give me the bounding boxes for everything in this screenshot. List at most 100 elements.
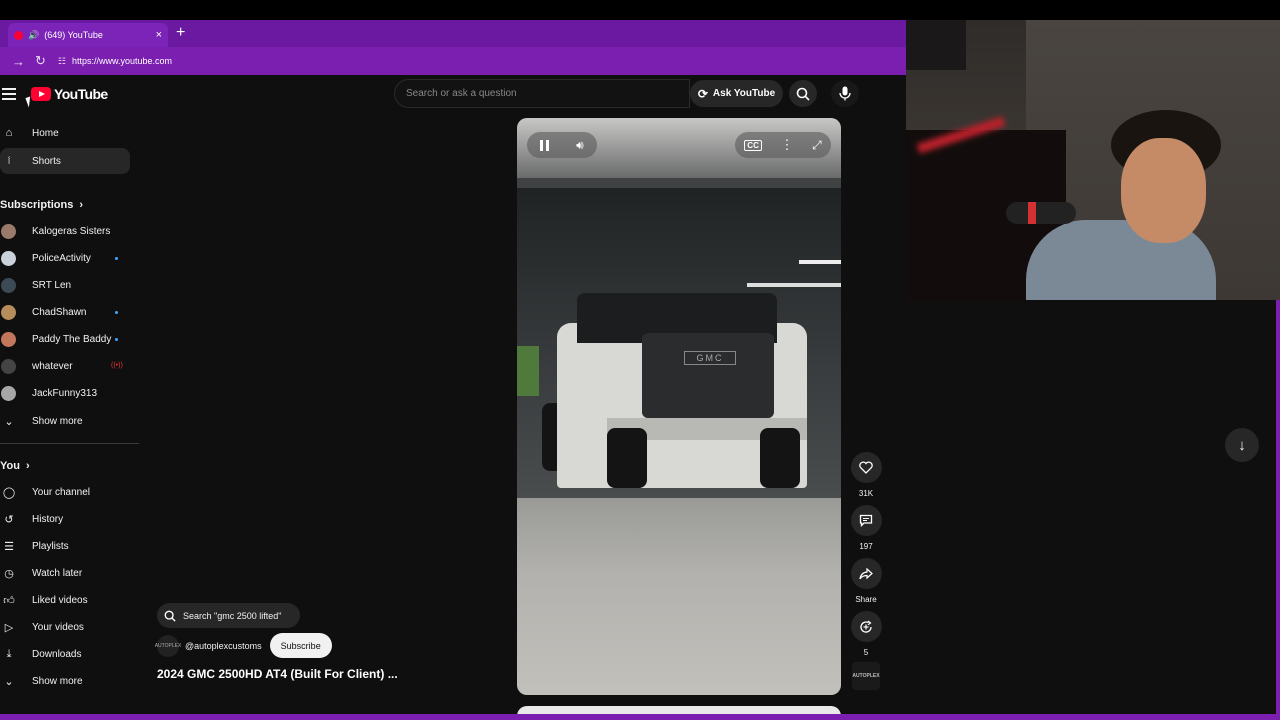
search-placeholder: Search or ask a question — [406, 88, 517, 99]
youtube-favicon-icon — [14, 30, 23, 40]
captions-icon[interactable]: CC — [744, 139, 762, 151]
subscribe-button[interactable]: Subscribe — [269, 633, 332, 658]
video-truck-grille — [642, 333, 774, 418]
sidebar-item-history[interactable]: ↺ History — [0, 506, 130, 532]
voice-search-button[interactable] — [831, 80, 859, 107]
reload-icon[interactable]: ↻ — [35, 53, 46, 69]
video-floor — [517, 498, 841, 695]
avatar — [1, 277, 16, 293]
channel-avatar[interactable]: AUTOPLEX — [155, 634, 181, 657]
search-button[interactable] — [789, 80, 817, 107]
sidebar-item-label: Show more — [32, 415, 83, 427]
sidebar-item-liked-videos[interactable]: 👍︎ Liked videos — [0, 587, 130, 613]
sound-thumbnail[interactable]: AUTOPLEX — [852, 662, 880, 690]
close-tab-icon[interactable]: × — [156, 29, 162, 41]
sidebar-item-label: JackFunny313 — [32, 387, 98, 399]
chevron-right-icon: › — [25, 460, 30, 472]
site-info-icon[interactable]: ☷ — [58, 56, 66, 67]
sidebar-item-subscription[interactable]: Paddy The Baddy — [0, 326, 130, 352]
address-row: → ↻ ☷ https://www.youtube.com — [0, 47, 906, 75]
sidebar-item-label: Show more — [32, 675, 83, 687]
avatar — [1, 304, 16, 320]
browser-tab[interactable]: 🔊 (649) YouTube × — [8, 23, 168, 47]
sidebar-item-subscription[interactable]: JackFunny313 — [0, 380, 130, 406]
comments-button[interactable] — [850, 505, 882, 536]
search-input[interactable]: Search or ask a question — [394, 79, 690, 108]
remix-count: 5 — [863, 648, 869, 657]
video-trees — [517, 346, 539, 396]
sidebar-item-subscription[interactable]: Kalogeras Sisters — [0, 218, 130, 244]
stream-border-bottom — [0, 714, 1280, 720]
microphone-icon — [839, 86, 851, 101]
sidebar-item-your-videos[interactable]: ▷ Your videos — [0, 614, 130, 640]
your-videos-icon: ▷ — [4, 621, 14, 634]
sidebar-item-subscription[interactable]: whatever ((•)) — [0, 353, 130, 379]
sidebar-item-label: Your channel — [32, 486, 91, 498]
sidebar-item-subscription[interactable]: PoliceActivity — [0, 245, 130, 271]
channel-row: AUTOPLEX @autoplexcustoms Subscribe — [155, 633, 332, 658]
share-button[interactable] — [850, 558, 882, 589]
share-label: Share — [855, 595, 877, 604]
screen: 🔊 (649) YouTube × + → ↻ ☷ https://www.yo… — [0, 0, 1280, 720]
video-title[interactable]: 2024 GMC 2500HD AT4 (Built For Client) .… — [157, 667, 398, 681]
sidebar-item-label: Shorts — [32, 155, 61, 167]
more-options-icon[interactable]: ⋮ — [780, 137, 793, 153]
url-text: https://www.youtube.com — [71, 56, 173, 66]
shorts-video-player[interactable]: GMC 🔊︎ CC ⋮ ⤢ — [517, 118, 841, 695]
volume-icon[interactable]: 🔊︎ — [576, 138, 584, 153]
sidebar-item-home[interactable]: ⌂ Home — [0, 120, 130, 146]
heart-icon — [859, 461, 873, 474]
forward-icon[interactable]: → — [12, 54, 25, 69]
address-bar[interactable]: ☷ https://www.youtube.com — [58, 56, 172, 67]
channel-name[interactable]: @autoplexcustoms — [185, 641, 262, 651]
youtube-play-icon — [31, 87, 51, 101]
fullscreen-icon[interactable]: ⤢ — [812, 138, 822, 153]
sidebar-item-your-channel[interactable]: ◯ Your channel — [0, 479, 130, 505]
remix-action: 5 — [850, 611, 882, 657]
sidebar-show-more[interactable]: ⌄ Show more — [0, 668, 130, 694]
sidebar-item-label: Downloads — [32, 648, 82, 660]
arrow-down-icon: ↓ — [1238, 436, 1246, 454]
sound-action: AUTOPLEX — [850, 662, 882, 690]
sidebar-item-shorts[interactable]: ⧙ Shorts — [0, 148, 130, 174]
search-icon — [796, 87, 810, 101]
video-light — [747, 283, 841, 287]
chevron-down-icon: ⌄ — [4, 675, 14, 688]
subscriptions-heading[interactable]: Subscriptions › — [0, 199, 83, 211]
sidebar-item-playlists[interactable]: ☰ Playlists — [0, 533, 130, 559]
liked-videos-icon: 👍︎ — [3, 594, 15, 607]
ask-youtube-button[interactable]: ⟳ Ask YouTube — [690, 80, 783, 107]
speaker-icon[interactable]: 🔊 — [28, 30, 39, 41]
sidebar-item-label: whatever — [32, 360, 73, 372]
home-icon: ⌂ — [5, 127, 13, 139]
sidebar-item-label: Your videos — [32, 621, 84, 633]
watch-later-icon: ◷ — [4, 567, 14, 580]
comment-action: 197 — [850, 505, 882, 551]
you-heading[interactable]: You › — [0, 460, 30, 472]
related-search-chip[interactable]: Search "gmc 2500 lifted" — [157, 603, 300, 628]
ask-youtube-label: Ask YouTube — [712, 88, 776, 99]
menu-icon[interactable] — [2, 88, 16, 100]
sidebar-item-label: Paddy The Baddy — [32, 333, 112, 345]
remix-icon — [860, 620, 872, 633]
downloads-icon: ⤓ — [6, 647, 12, 660]
live-icon: ((•)) — [111, 362, 123, 369]
youtube-logo[interactable]: YouTube — [31, 86, 108, 102]
new-tab-button[interactable]: + — [176, 24, 185, 42]
next-short-button[interactable]: ↓ — [1225, 428, 1259, 462]
youtube-logo-text: YouTube — [54, 86, 108, 102]
sidebar-show-more[interactable]: ⌄ Show more — [0, 408, 130, 434]
sidebar-item-subscription[interactable]: ChadShawn — [0, 299, 130, 325]
pause-icon[interactable] — [540, 139, 550, 151]
new-content-dot — [115, 311, 118, 314]
you-title: You — [0, 460, 20, 472]
sidebar-item-watch-later[interactable]: ◷ Watch later — [0, 560, 130, 586]
sidebar-item-label: Home — [32, 127, 59, 139]
webcam-microphone — [1006, 202, 1076, 224]
remix-button[interactable] — [850, 611, 882, 642]
sidebar-item-subscription[interactable]: SRT Len — [0, 272, 130, 298]
like-button[interactable] — [850, 452, 882, 483]
history-icon: ↺ — [4, 513, 14, 526]
sidebar-item-downloads[interactable]: ⤓ Downloads — [0, 641, 130, 667]
new-content-dot — [115, 257, 118, 260]
